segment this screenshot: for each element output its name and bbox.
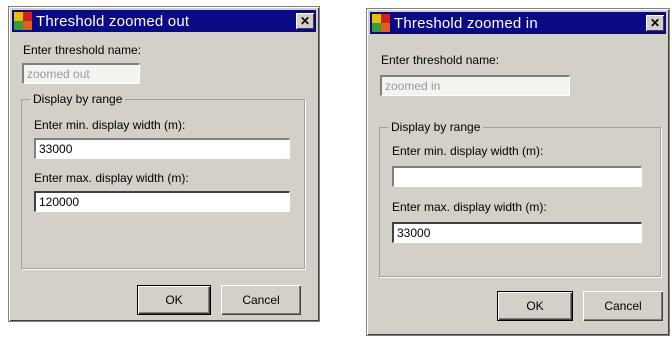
threshold-name-label: Enter threshold name:	[381, 53, 500, 67]
min-width-label: Enter min. display width (m):	[392, 144, 544, 158]
max-width-field[interactable]: 120000	[34, 191, 290, 212]
dialog-threshold-zoomed-in: Threshold zoomed in ✕ Enter threshold na…	[366, 8, 670, 336]
dialog-threshold-zoomed-out: Threshold zoomed out ✕ Enter threshold n…	[8, 6, 320, 322]
max-width-label: Enter max. display width (m):	[34, 171, 189, 185]
title-bar[interactable]: Threshold zoomed out ✕	[12, 10, 316, 32]
max-width-label: Enter max. display width (m):	[392, 200, 547, 214]
window-title: Threshold zoomed in	[394, 14, 538, 32]
min-width-field[interactable]: 33000	[34, 138, 290, 159]
max-width-field[interactable]: 33000	[392, 222, 642, 243]
app-icon	[372, 14, 390, 32]
display-by-range-group: Display by range Enter min. display widt…	[21, 92, 305, 269]
ok-button[interactable]: OK	[137, 285, 211, 315]
cancel-button[interactable]: Cancel	[583, 291, 663, 321]
min-width-label: Enter min. display width (m):	[34, 118, 186, 132]
threshold-name-field[interactable]: zoomed out	[22, 63, 140, 84]
ok-button[interactable]: OK	[497, 291, 573, 321]
threshold-name-field[interactable]: zoomed in	[380, 75, 570, 96]
threshold-name-label: Enter threshold name:	[23, 43, 142, 57]
cancel-button[interactable]: Cancel	[221, 285, 301, 315]
min-width-field[interactable]	[392, 166, 642, 187]
title-bar[interactable]: Threshold zoomed in ✕	[370, 12, 666, 34]
close-icon[interactable]: ✕	[296, 13, 314, 29]
window-title: Threshold zoomed out	[36, 12, 190, 30]
group-title: Display by range	[388, 120, 484, 134]
close-icon[interactable]: ✕	[646, 15, 664, 31]
group-title: Display by range	[30, 92, 126, 106]
display-by-range-group: Display by range Enter min. display widt…	[379, 120, 661, 277]
app-icon	[14, 12, 32, 30]
